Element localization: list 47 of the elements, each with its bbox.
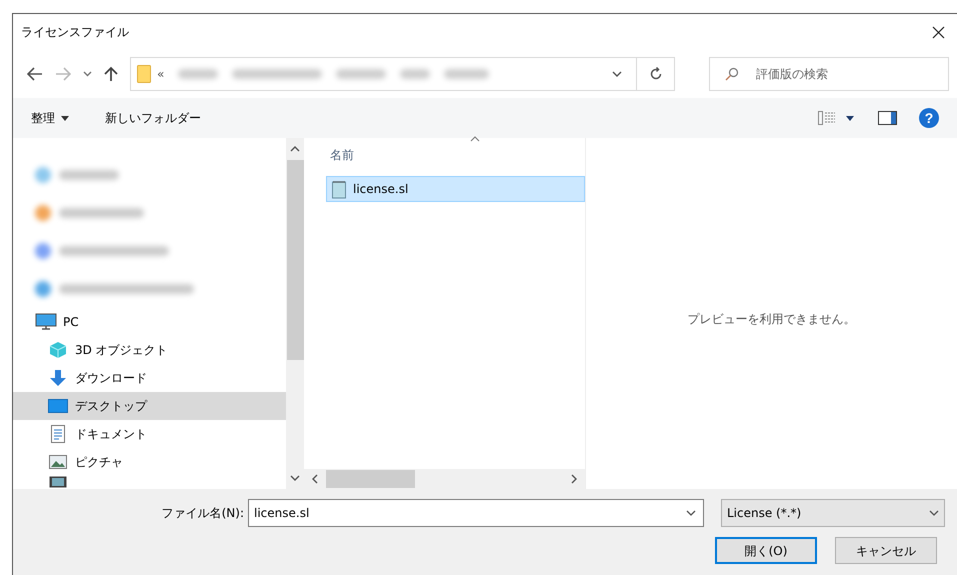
- chevron-down-icon[interactable]: [686, 510, 696, 516]
- monitor-icon: [47, 399, 69, 413]
- help-button[interactable]: ?: [919, 108, 939, 128]
- organize-menu-button[interactable]: 整理: [31, 107, 69, 129]
- chevron-left-icon[interactable]: [312, 474, 318, 484]
- folder-icon: [137, 65, 151, 83]
- sidebar-item[interactable]: ピクチャ: [13, 448, 286, 476]
- window-title: ライセンスファイル: [21, 24, 129, 41]
- preview-pane-icon[interactable]: [878, 111, 897, 125]
- sidebar-item[interactable]: PC: [13, 308, 286, 336]
- sidebar-item[interactable]: ドキュメント: [13, 420, 286, 448]
- scrollbar-thumb[interactable]: [326, 470, 415, 488]
- preview-message: プレビューを利用できません。: [688, 310, 856, 328]
- path-overflow-chevron[interactable]: «: [157, 65, 164, 83]
- chevron-right-icon[interactable]: [571, 474, 577, 484]
- chevron-down-icon: [929, 510, 939, 516]
- chevron-up-icon[interactable]: [290, 146, 300, 152]
- new-folder-button[interactable]: 新しいフォルダー: [105, 107, 201, 129]
- notepad-file-icon: [331, 180, 347, 198]
- chevron-down-icon[interactable]: [290, 475, 300, 481]
- address-bar[interactable]: «: [130, 57, 675, 91]
- sidebar-item[interactable]: デスクトップ: [13, 392, 286, 420]
- refresh-icon[interactable]: [648, 67, 662, 81]
- caret-icon[interactable]: [846, 116, 854, 120]
- close-icon[interactable]: [932, 26, 945, 38]
- caret-icon: [61, 116, 69, 120]
- file-type-dropdown[interactable]: License (*.*): [721, 499, 945, 527]
- list-view-icon[interactable]: [818, 111, 836, 125]
- cancel-button[interactable]: キャンセル: [835, 537, 937, 564]
- sidebar-item[interactable]: 3D オブジェクト: [13, 336, 286, 364]
- open-button[interactable]: 開く(O): [715, 537, 817, 564]
- back-arrow-icon[interactable]: [27, 67, 43, 81]
- chevron-down-icon[interactable]: [612, 71, 622, 77]
- search-field[interactable]: 評価版の検索: [709, 57, 949, 91]
- scrollbar-thumb[interactable]: [286, 160, 304, 360]
- file-name-label: ファイル名(N):: [162, 505, 244, 522]
- sidebar-item[interactable]: ダウンロード: [13, 364, 286, 392]
- file-row[interactable]: license.sl: [326, 176, 585, 202]
- cube-icon: [47, 341, 69, 359]
- file-name-field[interactable]: license.sl: [248, 499, 704, 527]
- chevron-down-icon[interactable]: [83, 71, 92, 77]
- up-arrow-icon[interactable]: [104, 66, 118, 82]
- film-icon: [47, 476, 69, 488]
- computer-icon: [35, 313, 57, 331]
- picture-icon: [47, 455, 69, 469]
- column-header[interactable]: 名前: [330, 148, 354, 162]
- search-icon: [725, 67, 739, 81]
